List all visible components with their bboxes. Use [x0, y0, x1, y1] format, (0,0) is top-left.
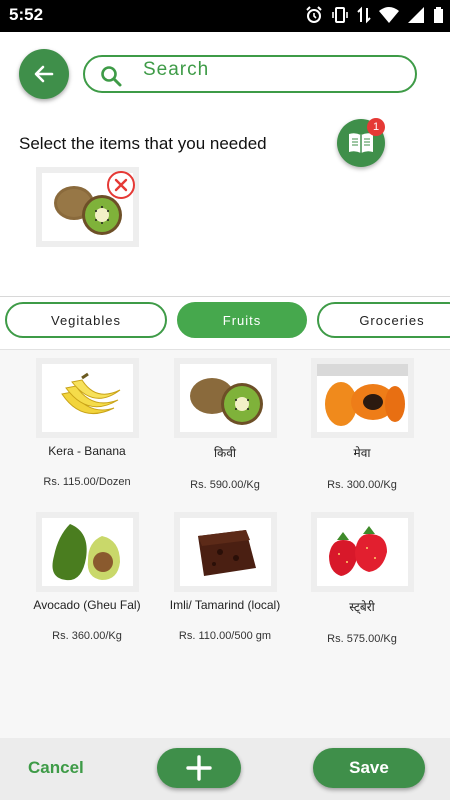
status-bar: 5:52 — [0, 0, 450, 32]
banana-icon — [60, 372, 120, 415]
category-tabs: Vegitables Fruits Groceries — [0, 302, 450, 342]
product-name: किवी — [213, 446, 237, 460]
plus-icon — [186, 755, 212, 781]
product-card[interactable]: Kera - Banana Rs. 115.00/Dozen — [18, 358, 156, 488]
search-icon — [99, 64, 123, 92]
product-name: Avocado (Gheu Fal) — [33, 598, 141, 612]
divider — [0, 296, 450, 297]
wifi-icon — [379, 6, 399, 28]
tab-vegitables[interactable]: Vegitables — [5, 302, 167, 338]
search-placeholder: Search — [143, 59, 210, 80]
tab-fruits[interactable]: Fruits — [177, 302, 307, 338]
product-name: Imli/ Tamarind (local) — [169, 598, 281, 612]
add-button[interactable] — [157, 748, 241, 788]
close-icon — [114, 178, 128, 192]
battery-icon — [433, 6, 444, 28]
product-name: मेवा — [353, 446, 371, 460]
product-price: Rs. 575.00/Kg — [327, 633, 397, 645]
back-button[interactable] — [19, 49, 69, 99]
papaya-icon — [316, 364, 408, 426]
strawberry-icon — [328, 526, 387, 576]
product-card[interactable]: Avocado (Gheu Fal) Rs. 360.00/Kg — [18, 512, 156, 642]
arrow-left-icon — [34, 65, 54, 83]
data-arrows-icon — [357, 6, 371, 28]
cancel-button[interactable]: Cancel — [28, 758, 84, 778]
product-price: Rs. 115.00/Dozen — [43, 476, 131, 488]
signal-icon — [407, 6, 425, 28]
product-card[interactable]: किवी Rs. 590.00/Kg — [156, 358, 294, 491]
status-icons — [305, 6, 444, 28]
page-prompt: Select the items that you needed — [19, 134, 267, 153]
product-card[interactable]: स्ट्बेरी Rs. 575.00/Kg — [293, 512, 431, 645]
product-price: Rs. 300.00/Kg — [327, 479, 397, 491]
product-card[interactable]: Imli/ Tamarind (local) Rs. 110.00/500 gm — [156, 512, 294, 642]
product-price: Rs. 110.00/500 gm — [178, 630, 272, 642]
vibrate-icon — [331, 6, 349, 28]
tab-groceries[interactable]: Groceries — [317, 302, 450, 338]
cart-count-badge: 1 — [367, 118, 385, 136]
product-name: Kera - Banana — [48, 444, 126, 458]
bottom-bar: Cancel Save — [0, 738, 450, 800]
product-name: स्ट्बेरी — [349, 600, 375, 614]
product-grid: Kera - Banana Rs. 115.00/Dozen किवी Rs. … — [0, 350, 450, 738]
alarm-icon — [305, 6, 323, 28]
kiwi-icon — [189, 378, 263, 425]
product-price: Rs. 590.00/Kg — [190, 479, 260, 491]
avocado-icon — [52, 524, 120, 581]
product-price: Rs. 360.00/Kg — [52, 630, 122, 642]
product-card[interactable]: मेवा Rs. 300.00/Kg — [293, 358, 431, 491]
save-button[interactable]: Save — [313, 748, 425, 788]
status-time: 5:52 — [9, 5, 44, 24]
search-input[interactable]: Search — [83, 55, 417, 93]
remove-item-button[interactable] — [107, 171, 135, 199]
tamarind-icon — [197, 530, 256, 576]
